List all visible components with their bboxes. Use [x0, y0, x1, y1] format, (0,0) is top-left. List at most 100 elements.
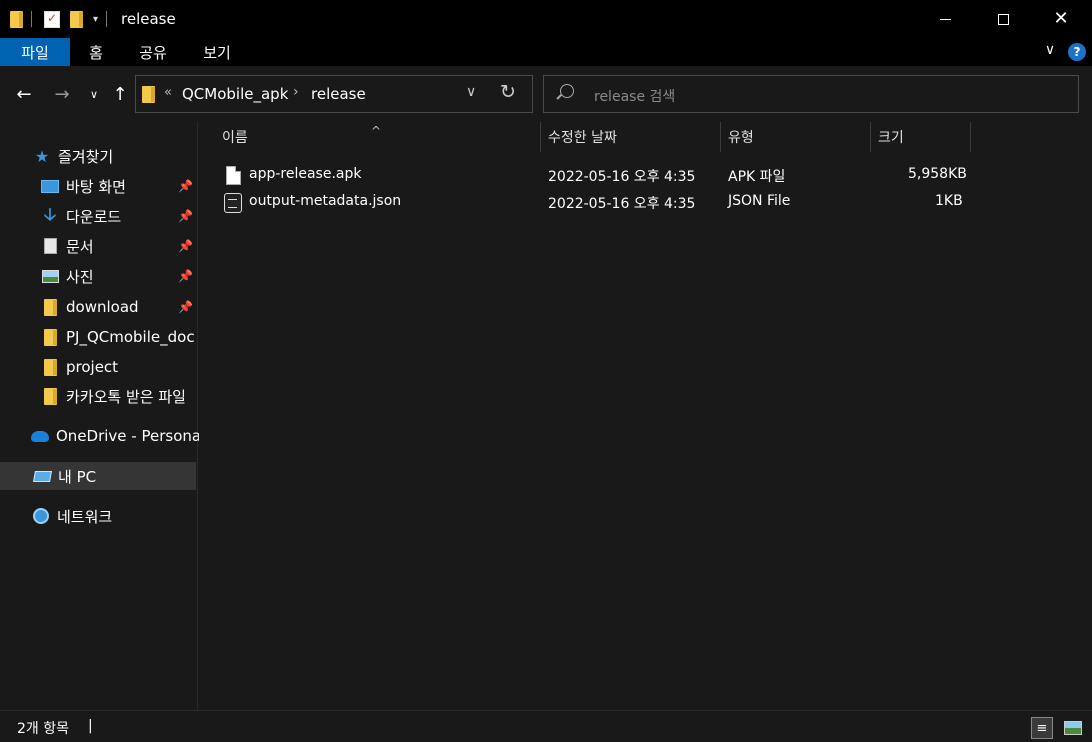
column-divider[interactable]	[540, 122, 541, 152]
sidebar-item-pictures[interactable]: 사진 📌	[0, 262, 196, 290]
document-icon	[41, 237, 59, 255]
folder-icon	[142, 86, 155, 103]
file-icon	[226, 166, 241, 185]
column-header-name[interactable]: 이름	[222, 122, 248, 152]
column-divider[interactable]	[720, 122, 721, 152]
download-icon: 🡣	[43, 204, 57, 225]
breadcrumb-qcmobile-apk[interactable]: QCMobile_apk	[182, 85, 288, 103]
folder-icon	[41, 387, 59, 405]
maximize-button[interactable]	[974, 0, 1032, 38]
json-file-icon	[224, 193, 242, 213]
sidebar-item-label: 다운로드	[66, 207, 122, 226]
breadcrumb-separator-icon[interactable]: ›	[293, 84, 299, 100]
sidebar-item-label: 카카오톡 받은 파일	[66, 387, 186, 406]
file-row[interactable]: app-release.apk 2022-05-16 오후 4:35 APK 파…	[219, 162, 969, 188]
forward-button[interactable]: →	[50, 82, 74, 106]
tab-home[interactable]: 홈	[70, 38, 122, 66]
search-placeholder: release 검색	[594, 89, 676, 105]
new-folder-icon[interactable]	[70, 10, 83, 28]
file-name: output-metadata.json	[249, 193, 402, 209]
up-button[interactable]: ↑	[108, 82, 132, 106]
refresh-icon[interactable]: ↻	[500, 81, 516, 103]
column-header-size[interactable]: 크기	[878, 122, 904, 152]
sidebar-item-quick-access[interactable]: ★ 즐겨찾기	[0, 142, 196, 170]
folder-icon	[41, 328, 59, 346]
item-count: 2개 항목	[17, 721, 69, 737]
recent-locations-chevron-icon[interactable]: ∨	[82, 82, 106, 106]
pin-icon[interactable]: 📌	[178, 269, 193, 283]
file-list: 이름 ^ 수정한 날짜 유형 크기 app-release.apk 2022-0…	[199, 122, 1092, 710]
sidebar-item-label: 문서	[66, 237, 94, 256]
file-type: JSON File	[728, 193, 791, 209]
address-bar[interactable]: « QCMobile_apk › release ∨ ↻	[135, 75, 533, 113]
close-button[interactable]: ✕	[1032, 0, 1090, 38]
sidebar-item-label: 사진	[66, 267, 94, 286]
folder-icon	[41, 358, 59, 376]
address-overflow-icon[interactable]: «	[164, 85, 172, 100]
star-icon: ★	[34, 146, 50, 166]
details-view-icon: ≡	[1036, 720, 1048, 736]
sidebar-item-label: 바탕 화면	[66, 177, 126, 196]
sort-ascending-icon: ^	[371, 124, 382, 138]
sidebar-item-download-folder[interactable]: download 📌	[0, 293, 196, 321]
sidebar-item-pj-qcmobile-doc[interactable]: PJ_QCmobile_doc	[0, 323, 196, 351]
sidebar-item-label: 네트워크	[57, 507, 113, 526]
sidebar-item-network[interactable]: 네트워크	[0, 502, 196, 530]
maximize-icon	[997, 13, 1009, 25]
details-view-button[interactable]: ≡	[1031, 717, 1053, 739]
close-icon: ✕	[1053, 8, 1069, 29]
sidebar-item-label: 즐겨찾기	[58, 147, 114, 166]
back-button[interactable]: ←	[12, 82, 36, 106]
sidebar-item-onedrive[interactable]: OneDrive - Personal	[0, 422, 205, 450]
desktop-icon	[41, 177, 59, 195]
sidebar-item-downloads[interactable]: 🡣 다운로드 📌	[0, 202, 196, 230]
ribbon-tabs: 파일 홈 공유 보기 ∨ ?	[0, 38, 1092, 66]
sidebar-item-project[interactable]: project	[0, 353, 196, 381]
large-icons-view-button[interactable]	[1062, 717, 1084, 739]
file-row[interactable]: output-metadata.json 2022-05-16 오후 4:35 …	[219, 189, 969, 215]
sidebar-item-desktop[interactable]: 바탕 화면 📌	[0, 172, 196, 200]
pin-icon[interactable]: 📌	[178, 209, 193, 223]
sidebar-item-label: PJ_QCmobile_doc	[66, 328, 195, 346]
column-divider[interactable]	[870, 122, 871, 152]
pin-icon[interactable]: 📌	[178, 300, 193, 314]
address-dropdown-icon[interactable]: ∨	[466, 84, 476, 100]
properties-icon[interactable]	[44, 10, 60, 28]
pin-icon[interactable]: 📌	[178, 179, 193, 193]
sidebar-item-label: project	[66, 358, 119, 376]
search-box[interactable]: release 검색	[543, 75, 1079, 113]
expand-ribbon-chevron-icon[interactable]: ∨	[1042, 42, 1058, 58]
network-icon	[32, 507, 50, 525]
status-separator: |	[88, 718, 93, 734]
sidebar-item-label: download	[66, 298, 139, 316]
tab-share[interactable]: 공유	[122, 38, 184, 66]
file-name: app-release.apk	[249, 166, 362, 182]
sidebar-item-label: OneDrive - Personal	[56, 427, 206, 445]
breadcrumb-release[interactable]: release	[311, 85, 366, 103]
folder-icon	[41, 298, 59, 316]
minimize-button[interactable]	[916, 0, 974, 38]
file-modified: 2022-05-16 오후 4:35	[548, 196, 696, 212]
column-divider[interactable]	[970, 122, 971, 152]
file-type: APK 파일	[728, 169, 786, 185]
column-header-type[interactable]: 유형	[728, 122, 754, 152]
column-header-modified[interactable]: 수정한 날짜	[548, 122, 617, 152]
sidebar-item-label: 내 PC	[58, 467, 97, 486]
folder-icon	[10, 10, 23, 28]
tab-view[interactable]: 보기	[184, 38, 250, 66]
sidebar-item-documents[interactable]: 문서 📌	[0, 232, 196, 260]
navigation-pane: ★ 즐겨찾기 바탕 화면 📌 🡣 다운로드 📌 문서 📌 사진 📌 downlo…	[0, 122, 205, 710]
sidebar-item-this-pc[interactable]: 내 PC	[0, 462, 196, 490]
toolbar-divider	[31, 11, 32, 27]
title-bar: ▾ release ✕	[0, 0, 1092, 38]
help-icon[interactable]: ?	[1068, 43, 1086, 61]
file-size: 5,958KB	[908, 166, 967, 182]
pin-icon[interactable]: 📌	[178, 239, 193, 253]
toolbar-divider	[106, 11, 108, 27]
quick-access-dropdown-icon[interactable]: ▾	[93, 14, 98, 25]
sidebar-item-kakaotalk-files[interactable]: 카카오톡 받은 파일	[0, 382, 196, 410]
minimize-icon	[939, 18, 951, 20]
search-icon	[560, 84, 574, 98]
quick-access-toolbar: ▾ release	[10, 9, 176, 29]
tab-file[interactable]: 파일	[0, 38, 70, 66]
